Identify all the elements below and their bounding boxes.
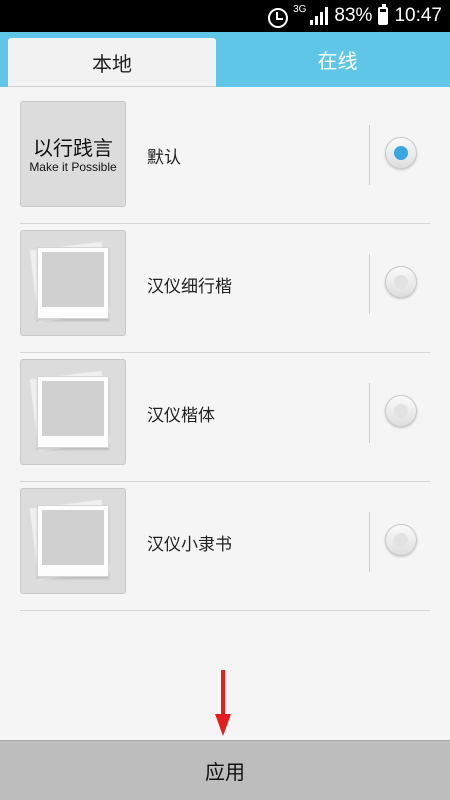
font-radio-button[interactable]	[385, 137, 417, 169]
font-name: 汉仪细行楷	[147, 276, 232, 297]
tab-online[interactable]: 在线	[225, 32, 450, 87]
status-bar: 3G 83% 10:47	[0, 0, 450, 32]
alarm-icon	[267, 6, 289, 28]
network-type: 3G	[293, 4, 307, 15]
font-row[interactable]: 汉仪楷体	[20, 353, 430, 482]
image-placeholder-icon	[28, 369, 112, 453]
preview-title: 以行践言	[33, 136, 113, 160]
radio-dot-icon	[394, 404, 408, 418]
divider	[369, 383, 370, 443]
font-list: 以行践言 Make it Possible 默认 汉仪细行楷 汉仪楷体 汉仪小隶…	[20, 95, 430, 611]
radio-dot-icon	[394, 533, 408, 547]
font-radio-button[interactable]	[385, 266, 417, 298]
font-preview-thumbnail	[20, 488, 126, 594]
divider	[369, 125, 370, 185]
image-placeholder-icon	[28, 498, 112, 582]
font-preview-thumbnail: 以行践言 Make it Possible	[20, 101, 126, 207]
font-row-default[interactable]: 以行践言 Make it Possible 默认	[20, 95, 430, 224]
divider	[369, 512, 370, 572]
font-name: 汉仪楷体	[147, 405, 215, 426]
font-radio-button[interactable]	[385, 524, 417, 556]
font-name: 默认	[147, 147, 181, 168]
apply-button[interactable]: 应用	[0, 740, 450, 800]
status-bar-right: 3G 83% 10:47	[267, 0, 442, 32]
font-preview-thumbnail	[20, 230, 126, 336]
font-row[interactable]: 汉仪细行楷	[20, 224, 430, 353]
preview-subtitle: Make it Possible	[29, 160, 117, 174]
font-row[interactable]: 汉仪小隶书	[20, 482, 430, 611]
radio-dot-icon	[394, 275, 408, 289]
tab-bar: 本地 在线	[0, 32, 450, 87]
battery-percent: 83%	[334, 5, 373, 26]
image-placeholder-icon	[28, 240, 112, 324]
divider	[369, 254, 370, 314]
clock: 10:47	[394, 5, 442, 26]
signal-icon	[310, 7, 329, 25]
annotation-arrow-icon	[215, 670, 231, 738]
radio-dot-icon	[394, 146, 408, 160]
font-radio-button[interactable]	[385, 395, 417, 427]
battery-icon	[378, 4, 389, 25]
font-preview-thumbnail	[20, 359, 126, 465]
tab-local[interactable]: 本地	[8, 38, 216, 87]
font-name: 汉仪小隶书	[147, 534, 232, 555]
